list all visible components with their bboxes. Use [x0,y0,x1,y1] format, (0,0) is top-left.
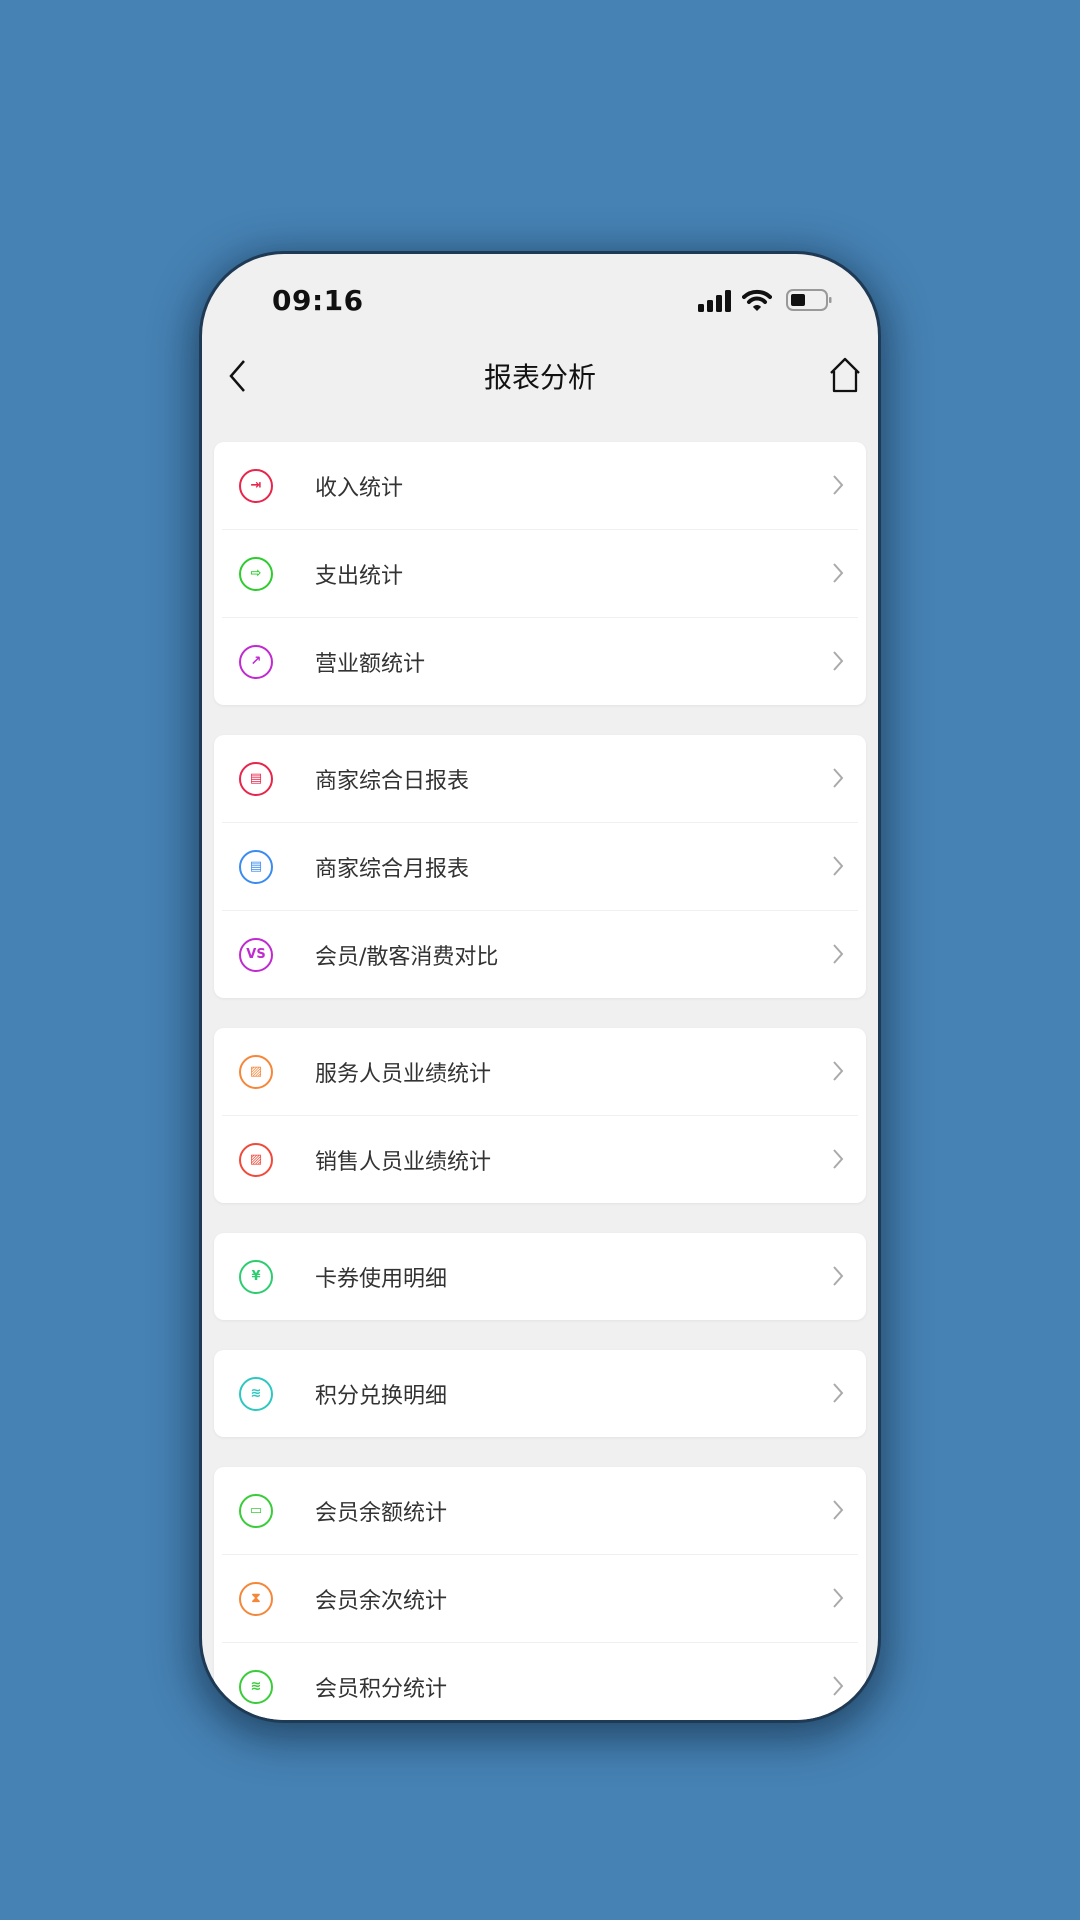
chevron-right-icon [833,475,844,495]
menu-item[interactable]: ▤ 商家综合日报表 [222,735,858,823]
menu-item-label: 营业额统计 [315,651,426,677]
menu-item-label: 卡券使用明细 [315,1266,448,1292]
menu-item[interactable]: ≋ 积分兑换明细 [222,1350,858,1437]
menu-item-label: 会员积分统计 [315,1676,448,1702]
menu-group-card: ▨ 服务人员业绩统计 ▨ 销售人员业绩统计 [214,1028,866,1203]
page-title: 报表分析 [483,361,596,394]
battery-icon [786,289,832,311]
menu-group-card: ≋ 积分兑换明细 [214,1350,866,1437]
menu-item-label: 会员/散客消费对比 [315,944,499,970]
menu-item[interactable]: ¥ 卡券使用明细 [222,1233,858,1320]
coins-stack-icon: ≋ [239,1376,273,1411]
line-chart-icon: ▨ [239,1142,273,1177]
wifi-icon [742,289,772,311]
chevron-right-icon [833,768,844,788]
menu-item-label: 商家综合月报表 [315,856,470,882]
coupon-icon: ¥ [239,1259,273,1294]
menu-item[interactable]: ≋ 会员积分统计 [222,1643,858,1720]
calendar-month-icon: ▤ [239,849,273,884]
menu-item[interactable]: ▨ 服务人员业绩统计 [222,1028,858,1116]
menu-item[interactable]: ▤ 商家综合月报表 [222,823,858,911]
menu-item-label: 会员余次统计 [315,1588,448,1614]
menu-group-card: ⇥ 收入统计 ⇨ 支出统计 ↗ 营业额统计 [214,442,866,705]
line-chart-icon: ▨ [239,1054,273,1089]
trend-chart-icon: ↗ [239,644,273,679]
menu-item[interactable]: ⇥ 收入统计 [222,442,858,530]
hourglass-icon: ⧗ [239,1581,273,1616]
menu-item[interactable]: ▭ 会员余额统计 [222,1467,858,1555]
chevron-right-icon [833,944,844,964]
chevron-right-icon [833,1266,844,1286]
login-icon: ⇥ [239,468,273,503]
menu-group-card: ¥ 卡券使用明细 [214,1233,866,1320]
menu-item-label: 积分兑换明细 [315,1383,448,1409]
chevron-right-icon [833,563,844,583]
calendar-day-icon: ▤ [239,761,273,796]
menu-item-label: 收入统计 [315,475,404,501]
coins-stack-icon: ≋ [239,1669,273,1704]
menu-item-label: 支出统计 [315,563,404,589]
logout-icon: ⇨ [239,556,273,591]
status-bar: 09:16 [202,254,878,344]
chevron-right-icon [833,1500,844,1520]
menu-item-label: 服务人员业绩统计 [315,1061,492,1087]
menu-item[interactable]: ↗ 营业额统计 [222,618,858,705]
report-menu-list: ⇥ 收入统计 ⇨ 支出统计 ↗ 营业额统计 ▤ 商家综合日报表 ▤ 商家综合月报… [214,442,866,1720]
cellular-signal-icon [698,290,731,312]
nav-bar: 报表分析 [202,344,878,414]
home-icon[interactable] [828,356,862,394]
chevron-right-icon [833,1676,844,1696]
menu-item[interactable]: ⇨ 支出统计 [222,530,858,618]
menu-group-card: ▤ 商家综合日报表 ▤ 商家综合月报表 VS 会员/散客消费对比 [214,735,866,998]
chevron-right-icon [833,1149,844,1169]
menu-item-label: 商家综合日报表 [315,768,470,794]
status-time: 09:16 [272,284,364,317]
menu-item-label: 会员余额统计 [315,1500,448,1526]
phone-screen: 09:16 报表分析 ⇥ 收入统计 ⇨ 支出统计 ↗ 营业额统计 ▤ 商家综合日… [202,254,878,1720]
chevron-right-icon [833,1588,844,1608]
chevron-right-icon [833,856,844,876]
menu-item[interactable]: VS 会员/散客消费对比 [222,911,858,998]
menu-item-label: 销售人员业绩统计 [315,1149,492,1175]
menu-group-card: ▭ 会员余额统计 ⧗ 会员余次统计 ≋ 会员积分统计 [214,1467,866,1720]
chevron-right-icon [833,1061,844,1081]
chevron-right-icon [833,1383,844,1403]
menu-item[interactable]: ⧗ 会员余次统计 [222,1555,858,1643]
wallet-icon: ▭ [239,1493,273,1528]
menu-item[interactable]: ▨ 销售人员业绩统计 [222,1116,858,1203]
vs-icon: VS [239,937,273,972]
chevron-right-icon [833,651,844,671]
